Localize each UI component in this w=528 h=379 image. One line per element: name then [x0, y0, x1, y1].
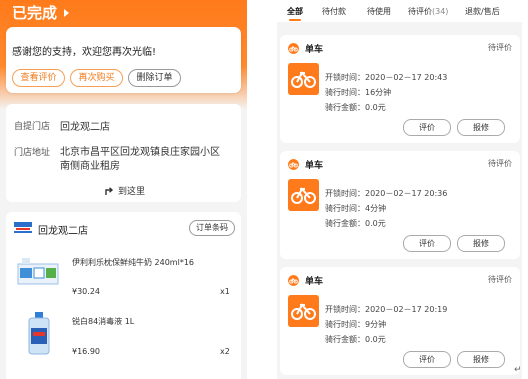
screenshot-stage: 已完成 感谢您的支持，欢迎您再次光临! 查看评价 再次购买 删除订单 自提门店 …	[0, 0, 528, 379]
ride-duration: 骑行时间：16分钟	[325, 88, 392, 97]
ride-duration: 骑行时间：4分钟	[325, 204, 387, 213]
order-title: 单车	[305, 45, 324, 55]
milk-product-image[interactable]	[16, 256, 60, 288]
tab-pending-review[interactable]: 待评价(34)	[408, 6, 448, 17]
review-button[interactable]: 评价	[403, 235, 451, 252]
tab-pending-payment[interactable]: 待付款	[322, 6, 346, 17]
bike-small-icon	[288, 159, 299, 170]
disinfectant-product-image[interactable]	[26, 312, 52, 356]
store-address-label: 门店地址	[14, 148, 51, 158]
status-title[interactable]: 已完成	[12, 2, 70, 23]
bike-icon	[288, 63, 319, 95]
bike-icon	[288, 179, 319, 211]
navigate-here-label: 到这里	[118, 187, 146, 197]
thanks-message: 感谢您的支持，欢迎您再次光临!	[12, 47, 157, 58]
buy-again-button[interactable]: 再次购买	[70, 69, 123, 87]
delete-order-button[interactable]: 删除订单	[128, 69, 181, 87]
navigate-here-button[interactable]: 到这里	[104, 184, 145, 197]
store-address-line2: 南侧商业租房	[60, 161, 120, 172]
order-tabs: 全部 待付款 待使用 待评价(34) 退款/售后	[277, 0, 522, 22]
repair-report-button[interactable]: 报修	[457, 119, 505, 136]
review-button[interactable]: 评价	[403, 119, 451, 136]
unlock-time: 开锁时间：2020－02－17 20:19	[325, 305, 448, 314]
order-status: 待评价	[488, 43, 512, 52]
pickup-store-label: 自提门店	[14, 122, 51, 132]
store-address-line1: 北京市昌平区回龙观镇良庄家园小区	[60, 147, 220, 158]
product-name: 锐白84消毒液 1L	[72, 317, 135, 326]
ride-amount: 骑行金额：0.0元	[325, 219, 386, 228]
order-status: 待评价	[488, 275, 512, 284]
order-list-panel: 全部 待付款 待使用 待评价(34) 退款/售后 单车 待评价 开锁时间：202…	[277, 0, 522, 379]
order-title: 单车	[305, 161, 324, 171]
order-title: 单车	[305, 277, 324, 287]
paragraph-mark: ↵	[514, 365, 522, 375]
store-logo-icon	[14, 222, 32, 233]
tab-refund[interactable]: 退款/售后	[465, 6, 500, 17]
store-info-card: 自提门店 回龙观二店 门店地址 北京市昌平区回龙观镇良庄家园小区 南侧商业租房 …	[6, 104, 241, 202]
bike-small-icon	[288, 43, 299, 54]
tab-pending-review-label: 待评价	[408, 7, 432, 16]
unlock-time: 开锁时间：2020－02－17 20:43	[325, 73, 448, 82]
order-card[interactable]: 单车 待评价 开锁时间：2020－02－17 20:19 骑行时间：9分钟 骑行…	[280, 267, 520, 375]
thanks-card: 感谢您的支持，欢迎您再次光临! 查看评价 再次购买 删除订单	[6, 27, 241, 93]
order-barcode-button[interactable]: 订单条码	[189, 220, 235, 236]
order-status: 待评价	[488, 159, 512, 168]
product-quantity: x1	[220, 287, 230, 296]
review-button[interactable]: 评价	[403, 351, 451, 368]
chevron-right-icon	[64, 8, 70, 17]
view-review-button[interactable]: 查看评价	[12, 69, 65, 87]
ride-amount: 骑行金额：0.0元	[325, 103, 386, 112]
repair-report-button[interactable]: 报修	[457, 351, 505, 368]
order-card[interactable]: 单车 待评价 开锁时间：2020－02－17 20:36 骑行时间：4分钟 骑行…	[280, 151, 520, 259]
pickup-store-value: 回龙观二店	[60, 122, 110, 133]
ride-amount: 骑行金额：0.0元	[325, 335, 386, 344]
tab-pending-use[interactable]: 待使用	[367, 6, 391, 17]
product-price: ¥30.24	[72, 287, 100, 296]
product-price: ¥16.90	[72, 347, 100, 356]
tab-pending-review-count: (34)	[432, 7, 449, 16]
shop-name: 回龙观二店	[38, 226, 88, 237]
product-quantity: x2	[220, 347, 230, 356]
turn-arrow-icon	[105, 186, 114, 195]
tab-all[interactable]: 全部	[287, 6, 303, 17]
active-tab-indicator	[289, 19, 301, 21]
bike-small-icon	[288, 275, 299, 286]
product-name: 伊利利乐枕保鲜纯牛奶 240ml*16	[72, 258, 195, 267]
order-detail-panel: 已完成 感谢您的支持，欢迎您再次光临! 查看评价 再次购买 删除订单 自提门店 …	[0, 0, 247, 379]
bike-icon	[288, 295, 319, 327]
ride-duration: 骑行时间：9分钟	[325, 320, 387, 329]
goods-card: 回龙观二店 订单条码 伊利利乐枕保鲜纯牛奶 240ml*16 ¥30.24 x1…	[6, 212, 241, 379]
order-card[interactable]: 单车 待评价 开锁时间：2020－02－17 20:43 骑行时间：16分钟 骑…	[280, 35, 520, 143]
status-title-text: 已完成	[12, 4, 58, 22]
unlock-time: 开锁时间：2020－02－17 20:36	[325, 189, 448, 198]
repair-report-button[interactable]: 报修	[457, 235, 505, 252]
